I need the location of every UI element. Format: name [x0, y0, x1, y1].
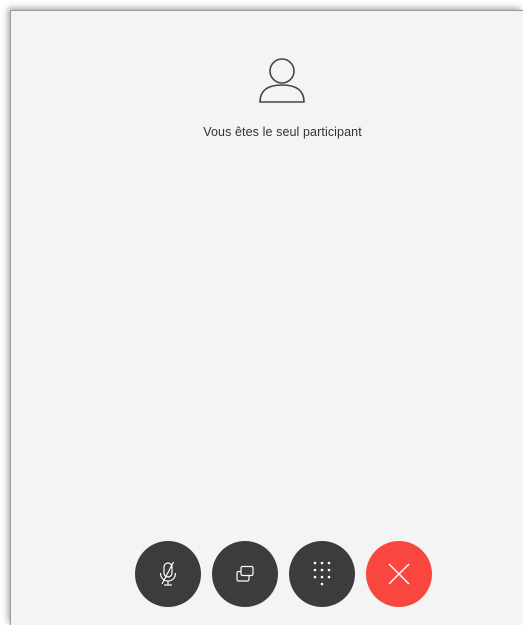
mute-button[interactable] [135, 541, 201, 607]
share-screen-button[interactable] [212, 541, 278, 607]
call-window: Vous êtes le seul participant [10, 10, 523, 625]
microphone-muted-icon [159, 561, 177, 586]
only-participant-message: Vous êtes le seul participant [203, 125, 362, 139]
end-call-button[interactable] [366, 541, 432, 607]
close-icon [388, 563, 410, 585]
person-avatar-icon [259, 58, 305, 103]
dialpad-icon [313, 561, 331, 586]
share-screen-icon [236, 565, 254, 582]
dialpad-button[interactable] [289, 541, 355, 607]
call-controls [135, 541, 432, 607]
